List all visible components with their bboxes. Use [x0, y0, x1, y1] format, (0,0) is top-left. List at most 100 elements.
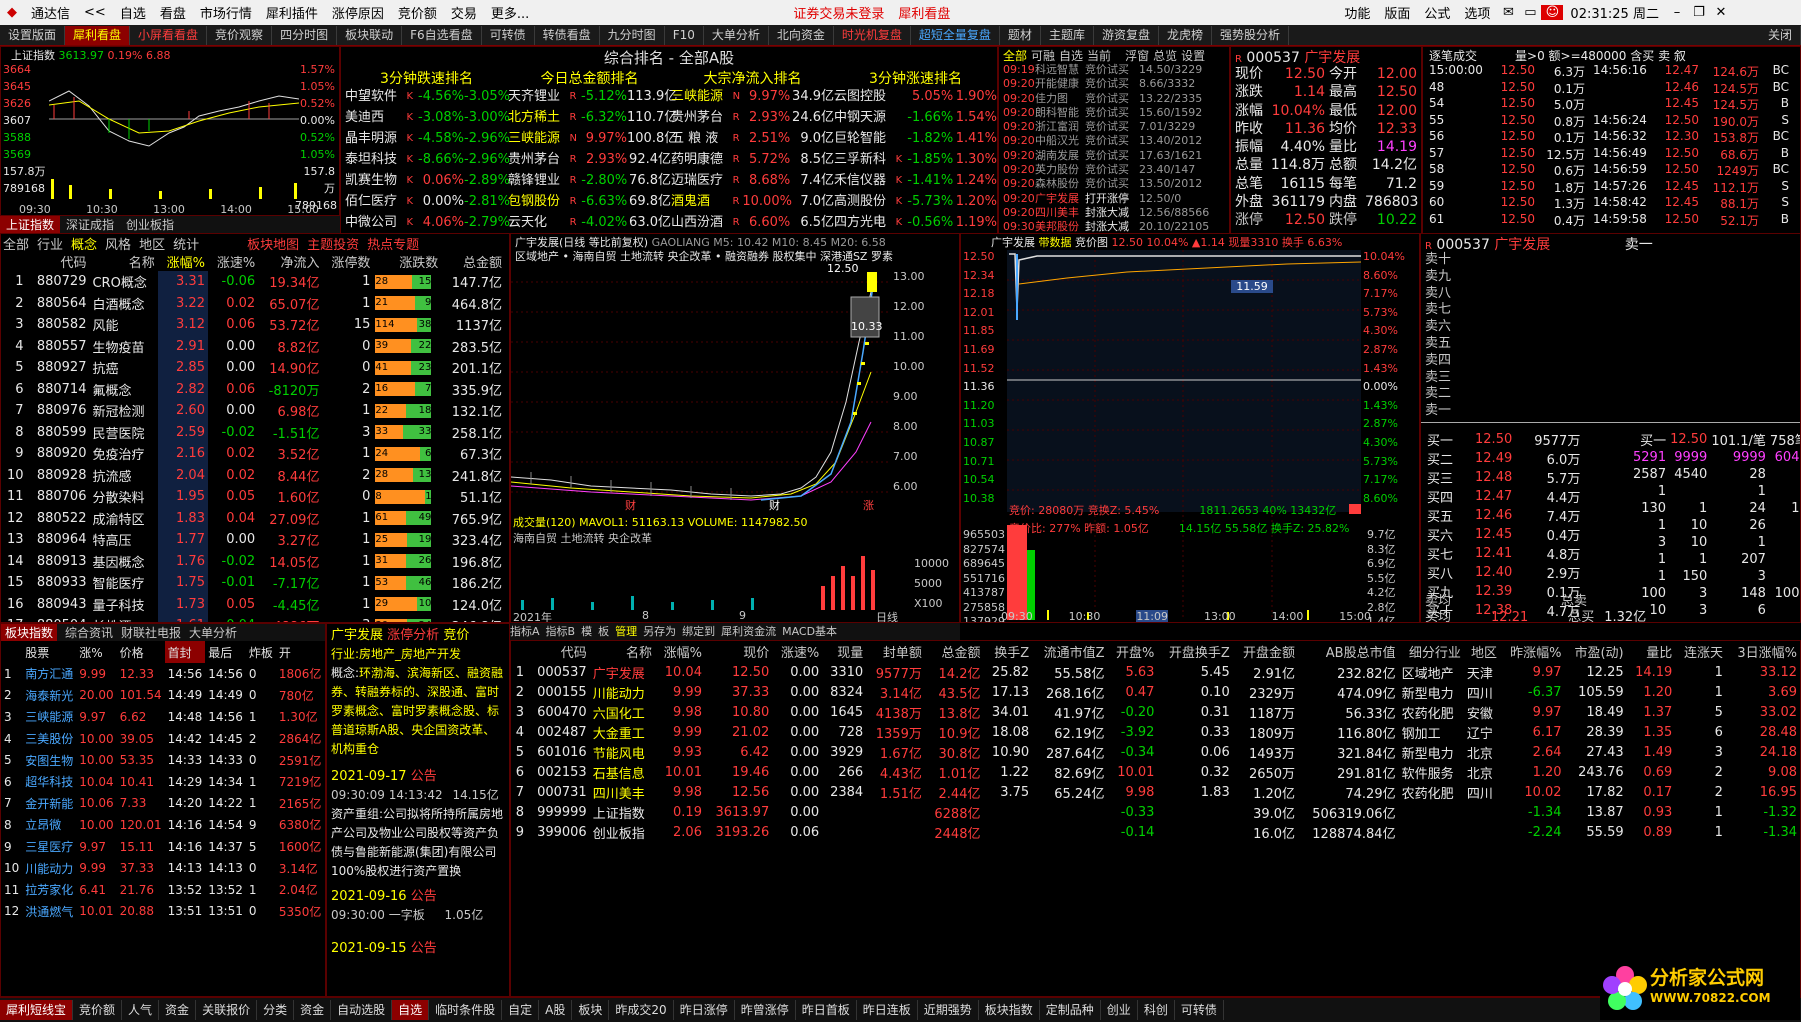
watchlist-col-header[interactable]: AB股总市值 [1298, 641, 1399, 662]
status-tab[interactable]: 资金 [294, 1000, 332, 1020]
sector-row[interactable]: 8 880599 民营医院 2.59 -0.02 -1.51亿 3 33 33 258.1亿 [1, 421, 505, 443]
status-tab[interactable]: 科创 [1138, 1000, 1175, 1020]
nav-watch[interactable]: 看盘 [153, 3, 193, 22]
sector-col-header[interactable]: 涨跌数 [373, 252, 441, 271]
tab-cls-telegraph[interactable]: 财联社电报 [121, 624, 181, 641]
tab-xili-watch[interactable]: 犀利看盘 [65, 25, 131, 45]
sector-map-link[interactable]: 板块地图 [247, 234, 299, 253]
menu-layout[interactable]: 版面 [1377, 3, 1417, 22]
sector-row[interactable]: 5 880927 抗癌 2.85 0.00 14.90亿 0 41 23 201.1亿 [1, 357, 505, 379]
sector-tab-concept[interactable]: 概念 [71, 234, 97, 253]
xili-watch-link[interactable]: 犀利看盘 [891, 3, 957, 22]
ranking-row[interactable]: 贵州茅台 R 2.93% 92.4亿 [508, 149, 671, 170]
watchlist-col-header[interactable]: 量比 [1627, 641, 1676, 662]
status-tab[interactable]: 自定 [502, 1000, 540, 1020]
sector-row[interactable]: 3 880582 风能 3.12 0.06 53.72亿 15 114 38 1137亿 [1, 314, 505, 336]
sector-row[interactable]: 11 880706 分散染料 1.95 0.05 1.60亿 0 8 1 51.1亿 [1, 486, 505, 508]
sector-tab-stats[interactable]: 统计 [173, 234, 199, 253]
watchlist-col-header[interactable] [511, 641, 527, 662]
ranking-row[interactable]: 云图控股 5.05% 1.90% [834, 86, 997, 107]
intraday-tab-auction[interactable]: 竞价图 [1075, 236, 1108, 249]
status-tab[interactable]: 近期强势 [918, 1000, 979, 1020]
sector-row[interactable]: 7 880976 新冠检测 2.60 0.00 6.98亿 1 22 18 132.1亿 [1, 400, 505, 422]
ranking-row[interactable]: 五 粮 液 R 2.51% 9.0亿 [671, 128, 834, 149]
status-tab[interactable]: 定制品种 [1040, 1000, 1101, 1020]
sector-col-header[interactable]: 涨停数 [322, 252, 373, 271]
tab-f10[interactable]: F10 [665, 25, 704, 45]
tab-save-as[interactable]: 另存为 [643, 623, 676, 640]
watchlist-row[interactable]: 8 999999 上证指数 0.19 3613.97 0.00 6288亿 -0.33 39.0… [511, 802, 1800, 822]
watchlist-col-header[interactable]: 市盈(动) [1565, 641, 1627, 662]
sector-tab-region[interactable]: 地区 [139, 234, 165, 253]
tab-board[interactable]: 板 [598, 623, 609, 640]
ranking-row[interactable]: 山西汾酒 R 6.60% 6.5亿 [671, 212, 834, 233]
tab-cyb-index[interactable]: 创业板指 [120, 216, 180, 233]
alert-row[interactable]: 09:20 浙江富润 竞价试买 7.01/3229 [1003, 120, 1229, 134]
restore-icon[interactable]: ❐ [1688, 5, 1710, 20]
tab-sector-link[interactable]: 板块联动 [337, 25, 403, 45]
watchlist-col-header[interactable]: 地区 [1464, 641, 1500, 662]
tab-small-screen[interactable]: 小屏看看盘 [130, 25, 208, 45]
tab-manage[interactable]: 管理 [615, 623, 637, 640]
news-tab-analysis[interactable]: 涨停分析 [387, 628, 439, 643]
watchlist-row[interactable]: 1 000537 广宇发展 10.04 12.50 0.00 3310 9577万 14.2亿 2… [511, 662, 1800, 682]
ranking-row[interactable]: 佰仁医疗 K 0.00% -2.81% [345, 191, 510, 212]
ranking-row[interactable]: 晶丰明源 K -4.58% -2.96% [345, 128, 510, 149]
watchlist-col-header[interactable]: 开盘金额 [1233, 641, 1298, 662]
status-tab[interactable]: 犀利短线宝 [0, 1000, 74, 1020]
tab-layout-settings[interactable]: 设置版面 [0, 25, 66, 45]
nav-plugin[interactable]: 犀利插件 [259, 3, 325, 22]
status-tab[interactable]: 昨日涨停 [674, 1000, 735, 1020]
sector-col-header[interactable]: 总金额 [441, 252, 505, 271]
watchlist-row[interactable]: 5 601016 节能风电 9.93 6.42 0.00 3929 1.67亿 30.8亿 10.… [511, 742, 1800, 762]
alert-tab-current[interactable]: 当前 [1087, 47, 1111, 63]
sector-row[interactable]: 16 880943 量子科技 1.73 0.05 -4.45亿 1 29 10 124.0亿 [1, 593, 505, 615]
limitup-row[interactable]: 2 海泰新光 20.00 101.54 14:49 14:49 0 780亿 [1, 685, 325, 707]
status-tab[interactable]: 自动选股 [331, 1000, 393, 1020]
limitup-col-header[interactable]: 股票 [22, 641, 76, 663]
alert-row[interactable]: 09:30 美邦股份 封涨大减 20.10/22105 [1003, 220, 1229, 233]
status-tab[interactable]: 临时条件股 [429, 1000, 503, 1020]
status-tab[interactable]: 可转债 [1175, 1000, 1224, 1020]
watchlist-col-header[interactable]: 封单额 [866, 641, 925, 662]
status-tab[interactable]: 分类 [257, 1000, 295, 1020]
sector-row[interactable]: 4 880557 生物疫苗 2.91 0.00 8.82亿 0 39 22 283.5亿 [1, 335, 505, 357]
close-icon[interactable]: ✕ [1710, 5, 1732, 20]
limitup-row[interactable]: 5 安图生物 10.00 53.35 14:33 14:33 0 2591亿 [1, 749, 325, 771]
status-tab[interactable]: 创业 [1101, 1000, 1138, 1020]
alert-row[interactable]: 09:20 开能健康 竞价试买 8.66/3332 [1003, 77, 1229, 91]
limitup-col-header[interactable]: 价格 [117, 641, 165, 663]
watchlist-col-header[interactable]: 开盘换手Z [1157, 641, 1232, 662]
alert-row[interactable]: 09:20 湖南发展 竞价试买 17.63/1621 [1003, 149, 1229, 163]
limitup-row[interactable]: 6 超华科技 10.04 10.41 14:29 14:34 1 7219亿 [1, 771, 325, 793]
nav-market[interactable]: 市场行情 [193, 3, 259, 22]
menu-function[interactable]: 功能 [1337, 3, 1377, 22]
nav-auction[interactable]: 竞价额 [391, 3, 444, 22]
theme-invest-link[interactable]: 主题投资 [307, 234, 359, 253]
alert-tab-float[interactable]: 浮窗 [1125, 47, 1149, 63]
sector-row[interactable]: 17880504长株潭1.61-0.044886万33024246.8亿 [1, 615, 505, 622]
sector-col-header[interactable]: 涨速% [208, 252, 258, 271]
status-tab[interactable]: 关联报价 [196, 1000, 258, 1020]
limitup-col-header[interactable]: 涨% [76, 641, 116, 663]
sector-row[interactable]: 15 880933 智能医疗 1.75 -0.01 -7.17亿 1 53 46 186.2亿 [1, 572, 505, 594]
watchlist-col-header[interactable]: 连涨天 [1675, 641, 1726, 662]
alert-tab-watch[interactable]: 自选 [1059, 47, 1083, 63]
limitup-row[interactable]: 7 金开新能 10.06 7.33 14:20 14:22 1 2165亿 [1, 793, 325, 815]
news-tab-auction[interactable]: 竞价 [443, 628, 469, 643]
watchlist-col-header[interactable]: 名称 [590, 641, 655, 662]
tab-template[interactable]: 模 [581, 623, 592, 640]
sector-tab-style[interactable]: 风格 [105, 234, 131, 253]
watchlist-row[interactable]: 4 002487 大金重工 9.99 21.02 0.00 728 1359万 10.9亿 18.… [511, 722, 1800, 742]
tab-theme-lib[interactable]: 主题库 [1041, 25, 1094, 45]
limitup-col-header[interactable]: 首封 [164, 641, 206, 663]
ranking-row[interactable]: 药明康德 R 5.72% 8.5亿 [671, 149, 834, 170]
tab-dragon-tiger[interactable]: 龙虎榜 [1159, 25, 1212, 45]
watchlist-col-header[interactable]: 代码 [527, 641, 590, 662]
alert-row[interactable]: 09:19 科远智慧 竞价试买 14.50/3229 [1003, 63, 1229, 77]
ranking-row[interactable]: 高测股份 K -5.73% 1.20% [834, 191, 997, 212]
watchlist-row[interactable]: 6 002153 石基信息 10.01 19.46 0.00 266 4.43亿 1.01亿 1.… [511, 762, 1800, 782]
alert-tab-margin[interactable]: 可融 [1031, 47, 1055, 63]
status-tab[interactable]: 人气 [122, 1000, 160, 1020]
alert-tab-settings[interactable]: 设置 [1181, 47, 1205, 63]
